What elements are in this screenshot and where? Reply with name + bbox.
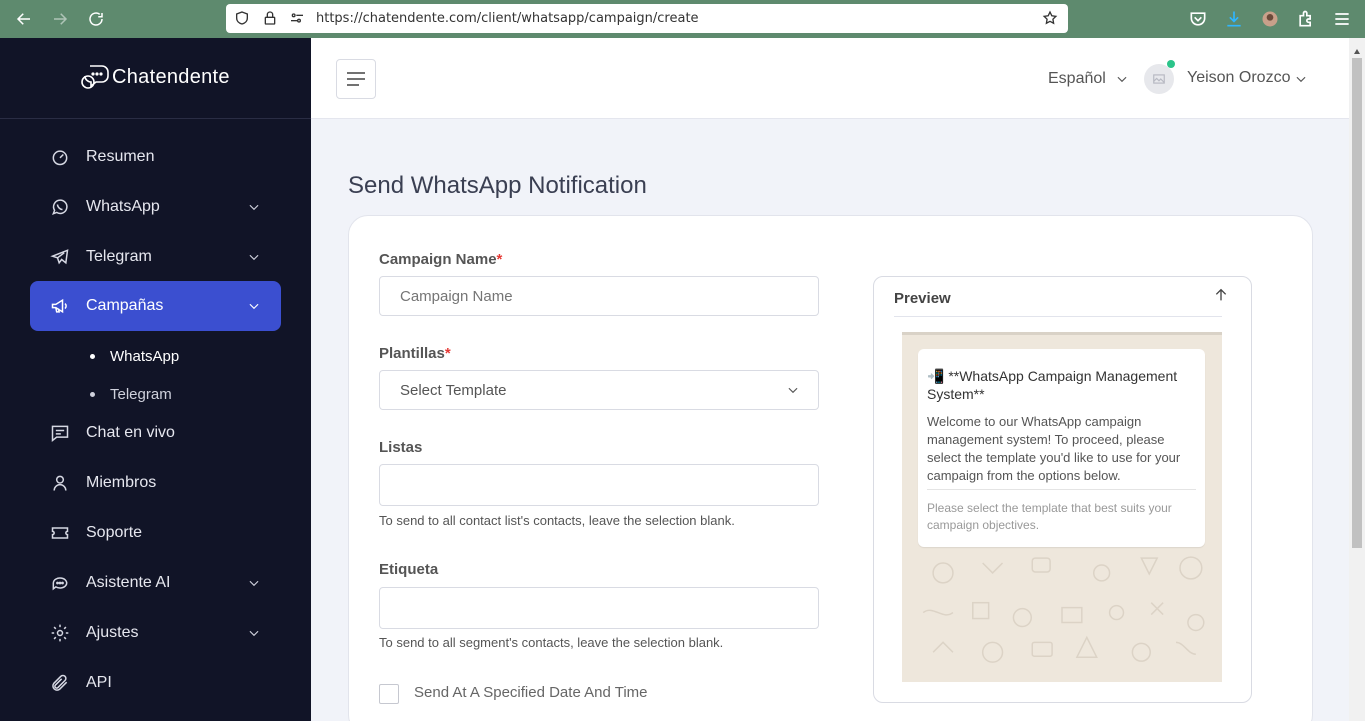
sidebar-item-chat-en-vivo[interactable]: Chat en vivo	[30, 408, 281, 458]
whatsapp-icon	[50, 197, 70, 217]
arrow-up-icon[interactable]	[1213, 287, 1229, 303]
bookmark-star-icon[interactable]	[1042, 10, 1058, 26]
lists-help-text: To send to all contact list's contacts, …	[379, 513, 735, 528]
top-header: Español Yeison Orozco	[311, 38, 1349, 119]
extensions-icon[interactable]	[1296, 9, 1316, 29]
bot-icon	[50, 573, 70, 593]
sidebar-item-label: Ajustes	[86, 624, 139, 641]
scrollbar-thumb[interactable]	[1352, 58, 1362, 548]
message-title: 📲 **WhatsApp Campaign Management System*…	[927, 368, 1178, 402]
chevron-down-icon[interactable]	[1115, 72, 1129, 86]
schedule-label[interactable]: Send At A Specified Date And Time	[414, 684, 648, 701]
chevron-down-icon	[247, 250, 261, 264]
ticket-icon	[50, 523, 70, 543]
menu-icon[interactable]	[1332, 9, 1352, 29]
profile-avatar-icon[interactable]	[1260, 9, 1280, 29]
divider	[894, 316, 1222, 317]
page-scrollbar[interactable]	[1349, 38, 1365, 721]
message-body: Welcome to our WhatsApp campaign managem…	[927, 414, 1181, 483]
sidebar-subitem-label: WhatsApp	[110, 348, 180, 365]
sidebar-item-telegram[interactable]: Telegram	[30, 232, 281, 282]
scroll-up-arrow-icon[interactable]	[1353, 43, 1361, 54]
divider	[927, 489, 1196, 490]
sidebar-item-label: API	[86, 674, 112, 691]
sidebar-item-campanas[interactable]: Campañas	[30, 281, 281, 331]
chevron-down-icon	[786, 383, 800, 397]
chevron-down-icon[interactable]	[1294, 72, 1308, 86]
pocket-icon[interactable]	[1188, 9, 1208, 29]
bullet	[90, 354, 95, 359]
sidebar-subitem-label: Telegram	[110, 386, 172, 403]
chevron-down-icon	[247, 200, 261, 214]
whatsapp-chat-background: 📲 **WhatsApp Campaign Management System*…	[902, 332, 1222, 682]
telegram-icon	[50, 247, 70, 267]
page-title: Send WhatsApp Notification	[348, 172, 647, 199]
sidebar-item-label: Campañas	[86, 297, 164, 314]
tag-help-text: To send to all segment's contacts, leave…	[379, 635, 724, 650]
message-bubble: 📲 **WhatsApp Campaign Management System*…	[918, 349, 1205, 547]
lists-label: Listas	[379, 439, 423, 456]
campaign-name-label: Campaign Name*	[379, 251, 503, 268]
schedule-checkbox[interactable]	[379, 684, 399, 704]
tag-select[interactable]	[379, 587, 819, 629]
template-select-value: Select Template	[400, 381, 507, 399]
avatar[interactable]	[1144, 64, 1174, 94]
bullet	[90, 392, 95, 397]
sidebar-item-resumen[interactable]: Resumen	[30, 132, 281, 182]
sidebar-item-label: Asistente AI	[86, 574, 171, 591]
brand-name: Chatendente	[112, 66, 230, 88]
language-selector[interactable]: Español	[1048, 70, 1106, 88]
back-icon[interactable]	[13, 8, 35, 30]
message-footer: Please select the template that best sui…	[927, 501, 1172, 532]
sidebar-item-label: Chat en vivo	[86, 424, 175, 441]
sidebar-item-asistente-ai[interactable]: Asistente AI	[30, 558, 281, 608]
image-placeholder-icon	[1153, 74, 1165, 84]
reload-icon[interactable]	[85, 8, 107, 30]
sidebar-subitem-whatsapp[interactable]: WhatsApp	[90, 348, 179, 365]
browser-toolbar: https://chatendente.com/client/whatsapp/…	[0, 0, 1365, 38]
lock-icon[interactable]	[262, 10, 278, 26]
shield-icon[interactable]	[234, 10, 250, 26]
preview-panel: Preview 📲 **WhatsApp Campaign Management…	[873, 276, 1252, 703]
sidebar-item-soporte[interactable]: Soporte	[30, 508, 281, 558]
user-icon	[50, 473, 70, 493]
chevron-down-icon	[247, 626, 261, 640]
sidebar-item-miembros[interactable]: Miembros	[30, 458, 281, 508]
preview-title: Preview	[894, 290, 951, 307]
sidebar-item-label: WhatsApp	[86, 198, 160, 215]
online-status-dot	[1167, 60, 1175, 68]
chat-logo-icon	[80, 62, 110, 94]
chat-icon	[50, 423, 70, 443]
template-select[interactable]: Select Template	[379, 370, 819, 410]
megaphone-icon	[50, 296, 70, 316]
user-menu[interactable]: Yeison Orozco	[1187, 69, 1290, 87]
chevron-down-icon	[247, 299, 261, 313]
sidebar-item-label: Miembros	[86, 474, 157, 491]
address-bar[interactable]: https://chatendente.com/client/whatsapp/…	[226, 4, 1068, 33]
dashboard-icon	[50, 147, 70, 167]
sidebar-item-api[interactable]: API	[30, 658, 281, 708]
campaign-name-input[interactable]	[379, 276, 819, 316]
chevron-down-icon	[247, 576, 261, 590]
sidebar-item-label: Resumen	[86, 148, 155, 165]
gear-icon	[50, 623, 70, 643]
sidebar-item-ajustes[interactable]: Ajustes	[30, 608, 281, 658]
hamburger-icon	[347, 72, 365, 86]
url-text[interactable]: https://chatendente.com/client/whatsapp/…	[316, 11, 699, 26]
sidebar-toggle-button[interactable]	[336, 59, 376, 99]
sidebar-subitem-telegram[interactable]: Telegram	[90, 386, 172, 403]
download-icon[interactable]	[1224, 9, 1244, 29]
paperclip-icon	[50, 673, 70, 693]
sidebar-item-label: Soporte	[86, 524, 143, 541]
brand[interactable]: Chatendente	[0, 38, 311, 119]
sidebar-item-whatsapp[interactable]: WhatsApp	[30, 182, 281, 232]
sidebar-item-label: Telegram	[86, 248, 152, 265]
lists-select[interactable]	[379, 464, 819, 506]
tag-label: Etiqueta	[379, 561, 439, 578]
forward-icon[interactable]	[49, 8, 71, 30]
permissions-icon[interactable]	[289, 10, 305, 26]
sidebar: Chatendente Resumen WhatsApp Telegram Ca…	[0, 38, 311, 721]
templates-label: Plantillas*	[379, 345, 451, 362]
